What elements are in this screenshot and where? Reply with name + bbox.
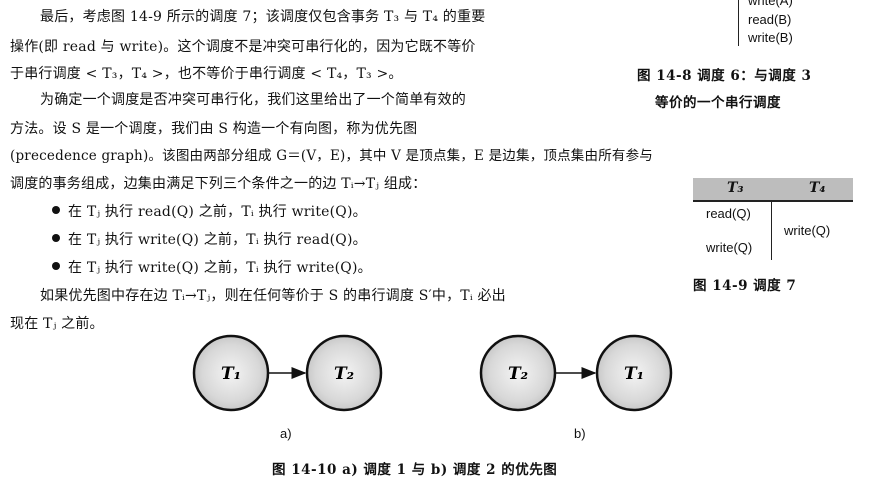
bullet-dot [52, 262, 60, 270]
fig-14-9-caption: 图 14-9 调度 7 [693, 278, 797, 294]
para1-line1: 最后，考虑图 14-9 所示的调度 7；该调度仅包含事务 T₃ 与 T₄ 的重要 [40, 9, 486, 25]
para1-line3: 于串行调度 < T₃，T₄ >，也不等价于串行调度 < T₄，T₃ >。 [10, 66, 403, 82]
para2-line2: 方法。设 S 是一个调度，我们由 S 构造一个有向图，称为优先图 [10, 121, 418, 137]
graph-a-node-from-label: T₁ [221, 364, 241, 384]
fig-14-9-t4-op-1: write(Q) [784, 223, 831, 238]
graph-b-node-from-label: T₂ [508, 364, 528, 384]
bullet-item-2: 在 Tⱼ 执行 write(Q) 之前，Tᵢ 执行 read(Q)。 [52, 228, 367, 253]
bullet-text: 在 Tⱼ 执行 write(Q) 之前，Tᵢ 执行 write(Q)。 [68, 260, 372, 276]
bullet-dot [52, 206, 60, 214]
para2-line4: 调度的事务组成，边集由满足下列三个条件之一的边 Tᵢ→Tⱼ 组成： [10, 176, 427, 192]
graph-b-label: b) [574, 426, 586, 441]
fig-14-10-caption: 图 14-10 a) 调度 1 与 b) 调度 2 的优先图 [272, 462, 558, 478]
top-right-op-1: write(A) [748, 0, 793, 8]
graph-b-node-to-label: T₁ [624, 364, 644, 384]
graph-a-label: a) [280, 426, 292, 441]
top-right-op-2: read(B) [748, 12, 792, 27]
fig-14-8-caption-line2: 等价的一个串行调度 [655, 95, 781, 111]
bullet-text: 在 Tⱼ 执行 read(Q) 之前，Tᵢ 执行 write(Q)。 [68, 204, 367, 220]
fig-14-9-header-t3: T₃ [727, 180, 744, 196]
top-right-op-3: write(B) [748, 30, 793, 45]
fig-14-9-column-divider [771, 202, 772, 260]
para2-line1: 为确定一个调度是否冲突可串行化，我们这里给出了一个简单有效的 [40, 92, 466, 108]
bullet-dot [52, 234, 60, 242]
bullet-item-1: 在 Tⱼ 执行 read(Q) 之前，Tᵢ 执行 write(Q)。 [52, 200, 367, 225]
fig-14-10-graphs: T₁ T₂ T₂ T₁ [192, 334, 673, 412]
bullet-text: 在 Tⱼ 执行 write(Q) 之前，Tᵢ 执行 read(Q)。 [68, 232, 367, 248]
fig-14-9-header-t4: T₄ [809, 180, 826, 196]
fig-14-8-caption-line1: 图 14-8 调度 6：与调度 3 [637, 68, 812, 84]
graph-a-node-to-label: T₂ [334, 364, 354, 384]
fig-14-9-t3-op-2: write(Q) [706, 240, 753, 255]
para1-line2: 操作(即 read 与 write)。这个调度不是冲突可串行化的，因为它既不等价 [10, 39, 476, 55]
fig-14-9-header-rule [693, 200, 853, 202]
fig-14-9-t3-op-1: read(Q) [706, 206, 751, 221]
bullet-item-3: 在 Tⱼ 执行 write(Q) 之前，Tᵢ 执行 write(Q)。 [52, 256, 372, 281]
fig-14-9-header-band [693, 178, 853, 200]
para3-line1: 如果优先图中存在边 Tᵢ→Tⱼ，则在任何等价于 S 的串行调度 S′中，Tᵢ 必… [40, 288, 506, 304]
top-right-divider [738, 0, 739, 46]
para2-line3: (precedence graph)。该图由两部分组成 G＝(V，E)，其中 V… [10, 148, 654, 164]
